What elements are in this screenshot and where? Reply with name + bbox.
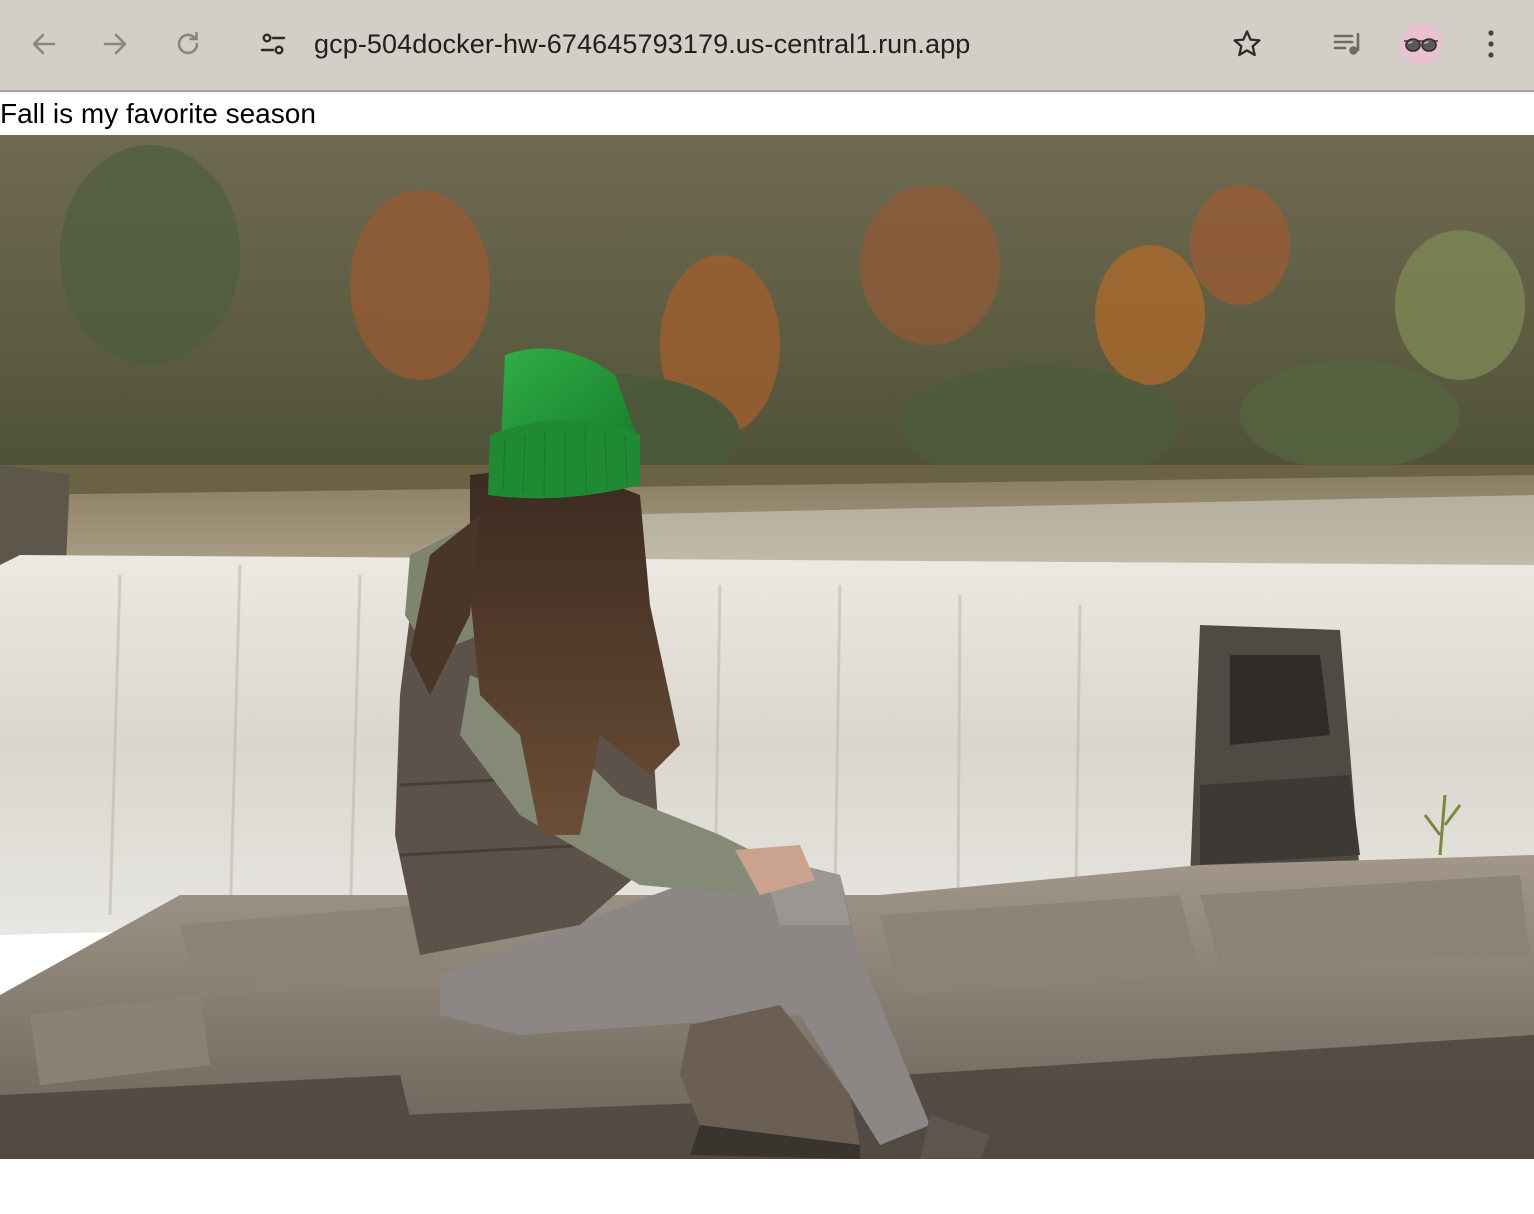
forward-button[interactable] (94, 23, 136, 65)
site-info-button[interactable] (252, 23, 294, 65)
page-photo (0, 135, 1534, 1159)
bookmark-button[interactable] (1226, 23, 1268, 65)
waterfall-photo (0, 135, 1534, 1159)
arrow-right-icon (103, 33, 127, 55)
vertical-ellipsis-icon (1488, 30, 1494, 58)
star-icon (1233, 30, 1261, 57)
playlist-music-icon (1333, 32, 1360, 55)
sunglasses-icon (1404, 38, 1438, 52)
browser-toolbar: gcp-504docker-hw-674645793179.us-central… (0, 0, 1534, 92)
address-bar-url[interactable]: gcp-504docker-hw-674645793179.us-central… (314, 27, 970, 61)
profile-avatar[interactable] (1400, 23, 1442, 65)
page-heading-text: Fall is my favorite season (0, 98, 316, 129)
tune-icon (260, 33, 286, 55)
reload-icon (177, 31, 199, 55)
reload-button[interactable] (167, 23, 209, 65)
browser-menu-button[interactable] (1470, 23, 1512, 65)
media-controls-button[interactable] (1327, 23, 1369, 65)
back-button[interactable] (23, 23, 65, 65)
arrow-left-icon (32, 33, 56, 55)
